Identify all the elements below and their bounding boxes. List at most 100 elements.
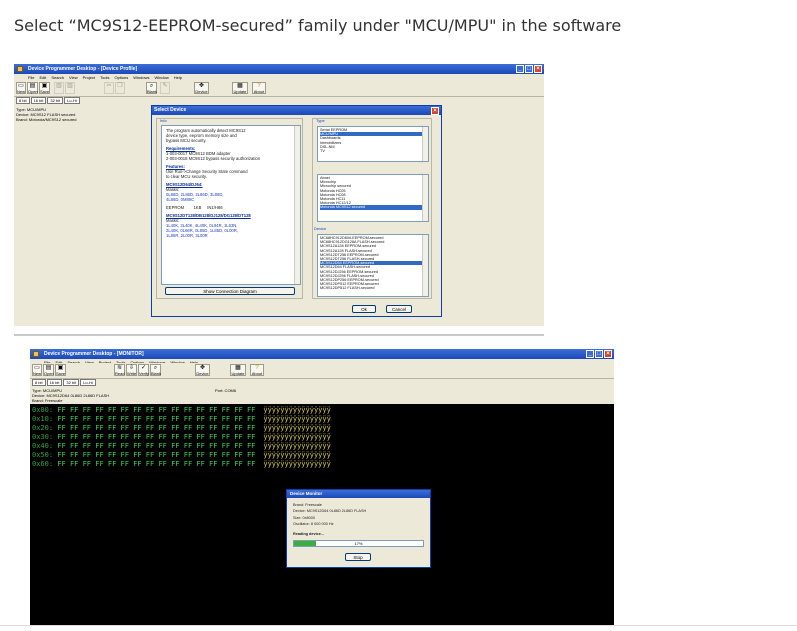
save-button-2[interactable]: ▣ Save [55, 364, 66, 376]
close-button-2[interactable]: × [604, 350, 612, 358]
menu-item-tools[interactable]: Tools [100, 75, 109, 80]
window-2-title: Device Programmer Desktop - [MONITOR] [44, 351, 144, 357]
menu-item-view[interactable]: View [69, 75, 78, 80]
stop-button[interactable]: Stop [345, 553, 371, 561]
hex-addr: 0x00: [32, 406, 54, 414]
info-scrollbar[interactable] [294, 126, 300, 284]
about-button-2[interactable]: ? About [250, 364, 264, 376]
select-device-dialog: Select Device × Info The program automat… [151, 105, 442, 317]
type-list-item-scrollbar[interactable] [422, 127, 428, 161]
info-group: Info The program automatically detect MC… [156, 118, 303, 299]
about-button[interactable]: ? About [252, 82, 266, 94]
blank-button[interactable]: ⌕ Blank [146, 82, 157, 94]
monitor-oscillator: Oscillator: 8 000 000 Hz [293, 522, 334, 526]
family-list-item[interactable]: Motorola MC9S12 secured [320, 205, 426, 210]
tab-lohi[interactable]: Lo-Hi [64, 97, 80, 104]
new-button-2[interactable]: ▭ New [32, 364, 42, 376]
read-button-2[interactable]: ≋ Read [114, 364, 125, 376]
tab-16bit[interactable]: 16 bit [30, 97, 47, 104]
open-button-2[interactable]: ▤ Open [43, 364, 54, 376]
info-group-label: Info [160, 118, 167, 123]
monitor-titlebar: Device Monitor [287, 490, 430, 498]
minimize-button[interactable]: _ [516, 65, 524, 73]
device-list-item[interactable]: MC9S12DP512 FLASH-secured [320, 286, 426, 290]
cancel-button[interactable]: Cancel [386, 305, 412, 313]
maximize-button-2[interactable]: □ [595, 350, 603, 358]
dialog-close-button[interactable]: × [431, 107, 439, 115]
menu-item-search[interactable]: Search [51, 75, 64, 80]
hex-addr: 0x20: [32, 424, 54, 432]
hex-row: 0x30: FF FF FF FF FF FF FF FF FF FF FF F… [32, 433, 331, 442]
device-button-2[interactable]: ✥ Device [195, 364, 210, 376]
tab-lohi-2[interactable]: Lo-Hi [80, 379, 96, 386]
ok-button[interactable]: Ok [352, 305, 376, 313]
read-progress-bar: 17% [293, 540, 424, 547]
hex-ascii: ÿÿÿÿÿÿÿÿÿÿÿÿÿÿÿÿ [263, 460, 331, 468]
edit-button[interactable]: ✎ [160, 82, 170, 94]
read-button[interactable]: ▥ [54, 82, 64, 94]
hex-ascii: ÿÿÿÿÿÿÿÿÿÿÿÿÿÿÿÿ [263, 406, 331, 414]
blank-button-2[interactable]: ⌕ Blank [150, 364, 161, 376]
tab-16bit-2[interactable]: 16 bit [46, 379, 63, 386]
hex-addr: 0x60: [32, 460, 54, 468]
minimize-button-2[interactable]: _ [586, 350, 594, 358]
programmer-window-2: Device Programmer Desktop - [MONITOR] _ … [30, 349, 614, 404]
window-1-title: Device Programmer Desktop - [Device Prof… [28, 66, 138, 72]
window-1-toolbar: ▭ New ▤ Open ▣ Save ▥ ▥ ✂ ❐ ⌕ Blank ✎ ✥ Devic… [14, 81, 544, 97]
page-caption: Select “MC9S12-EEPROM-secured” family un… [14, 16, 622, 35]
monitor-status: Reading device... [293, 532, 325, 536]
menu-item-project[interactable]: Project [83, 75, 95, 80]
close-button[interactable]: × [534, 65, 542, 73]
update-button[interactable]: ▦ Update [232, 82, 248, 94]
device-list[interactable]: MC68HC912D60A EEPROM-secured MC68HC912DG1… [317, 234, 429, 297]
section-divider [14, 334, 544, 336]
monitor-brand: Brand: Freescale [293, 503, 322, 507]
hex-row: 0x10: FF FF FF FF FF FF FF FF FF FF FF F… [32, 415, 331, 424]
hex-row: 0x60: FF FF FF FF FF FF FF FF FF FF FF F… [32, 460, 331, 469]
family-list-item-scrollbar[interactable] [422, 175, 428, 221]
copy-button[interactable]: ❐ [115, 82, 125, 94]
menu-item-file[interactable]: File [28, 75, 34, 80]
menu-item-options[interactable]: Options [114, 75, 128, 80]
menu-item-help[interactable]: Help [174, 75, 182, 80]
device-info-1: Type: MCU/MPU Device: MC9S12 FLASH secur… [16, 107, 77, 122]
hex-ascii: ÿÿÿÿÿÿÿÿÿÿÿÿÿÿÿÿ [263, 433, 331, 441]
new-button[interactable]: ▭ New [16, 82, 26, 94]
type-list[interactable]: Serial EEPROM MCU/MPU Dashboards Immobilize… [317, 126, 429, 162]
hex-addr: 0x50: [32, 451, 54, 459]
show-connection-diagram-button[interactable]: Show Connection Diagram [165, 287, 295, 295]
type-list-item[interactable]: TV [320, 149, 426, 153]
tab-32bit-2[interactable]: 32 bit [63, 379, 80, 386]
hex-bytes: FF FF FF FF FF FF FF FF FF FF FF FF FF F… [57, 442, 256, 450]
hex-row: 0x00: FF FF FF FF FF FF FF FF FF FF FF F… [32, 406, 331, 415]
type-group: Type Serial EEPROM MCU/MPU Dashboards Immob… [312, 118, 432, 299]
family-list[interactable]: Atmel Microchip Microchip secured Motorola … [317, 174, 429, 222]
window-2-titlebar: Device Programmer Desktop - [MONITOR] _ … [30, 349, 614, 359]
write-button-2[interactable]: ⇩ Write [126, 364, 137, 376]
open-button[interactable]: ▤ Open [27, 82, 38, 94]
device-list-item-scrollbar[interactable] [422, 235, 428, 296]
hex-ascii: ÿÿÿÿÿÿÿÿÿÿÿÿÿÿÿÿ [263, 415, 331, 423]
maximize-button[interactable]: □ [525, 65, 533, 73]
device-monitor-dialog: Device Monitor Brand: Freescale Device: … [286, 489, 431, 568]
info-panel: The program automatically detect MC9S12 … [161, 125, 301, 285]
write-button[interactable]: ▥ [65, 82, 75, 94]
window-1-titlebar: Device Programmer Desktop - [Device Prof… [14, 64, 544, 74]
update-button-2[interactable]: ▦ Update [230, 364, 246, 376]
tab-32bit[interactable]: 32 bit [47, 97, 64, 104]
hex-row: 0x40: FF FF FF FF FF FF FF FF FF FF FF F… [32, 442, 331, 451]
cut-button[interactable]: ✂ [104, 82, 114, 94]
save-button[interactable]: ▣ Save [39, 82, 50, 94]
tab-8bit[interactable]: 8 bit [16, 97, 30, 104]
bit-width-tabs-2: 8 bit 16 bit 32 bit Lo-Hi [32, 379, 96, 386]
menu-item-edit[interactable]: Edit [39, 75, 46, 80]
dialog-titlebar: Select Device × [152, 106, 441, 115]
bit-width-tabs: 8 bit 16 bit 32 bit Lo-Hi [16, 97, 80, 104]
menu-item-windows[interactable]: Windows [133, 75, 149, 80]
hex-ascii: ÿÿÿÿÿÿÿÿÿÿÿÿÿÿÿÿ [263, 424, 331, 432]
hex-bytes: FF FF FF FF FF FF FF FF FF FF FF FF FF F… [57, 433, 256, 441]
menu-item-window[interactable]: Window [154, 75, 168, 80]
verify-button-2[interactable]: ✓ Verify [138, 364, 149, 376]
device-button[interactable]: ✥ Device [194, 82, 209, 94]
tab-8bit-2[interactable]: 8 bit [32, 379, 46, 386]
